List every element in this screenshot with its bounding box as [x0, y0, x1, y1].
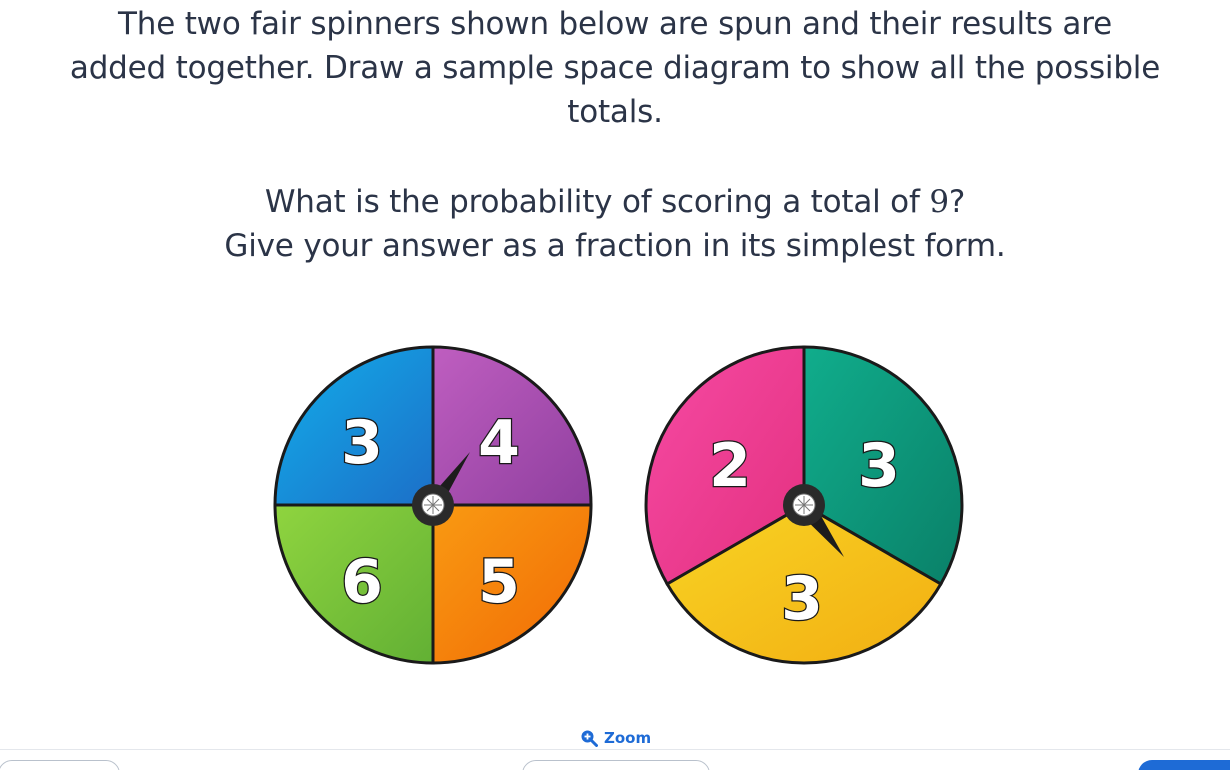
question-line-4: What is the probability of scoring a tot…: [0, 180, 1230, 224]
spinner2-label-2: 3: [858, 431, 900, 501]
zoom-in-icon: [581, 730, 598, 747]
spinner-three-sections: 2 3 3: [644, 345, 964, 665]
zoom-label: Zoom: [604, 729, 652, 747]
page: The two fair spinners shown below are sp…: [0, 0, 1230, 770]
question-line-2: added together. Draw a sample space diag…: [69, 50, 1161, 86]
question-line-5: Give your answer as a fraction in its si…: [224, 228, 1006, 264]
target-total: 9: [929, 184, 949, 220]
primary-action-button[interactable]: [1138, 760, 1230, 770]
spinner1-label-4: 6: [341, 547, 383, 617]
question-line-1: The two fair spinners shown below are sp…: [118, 6, 1112, 42]
question-text: The two fair spinners shown below are sp…: [0, 2, 1230, 268]
question-line-4-text: What is the probability of scoring a tot…: [264, 184, 930, 220]
spinners-image: 3 4 5 6 2 3 3: [0, 340, 1230, 670]
spinner1-label-3: 5: [478, 547, 520, 617]
question-mark: ?: [948, 184, 966, 220]
spinner1-label-2: 4: [478, 408, 520, 478]
spinner2-label-3: 3: [781, 564, 823, 634]
spinner-four-sections: 3 4 5 6: [273, 345, 593, 665]
left-action-button[interactable]: [0, 760, 120, 770]
zoom-button[interactable]: Zoom: [580, 729, 651, 747]
center-action-button[interactable]: [522, 760, 710, 770]
spinner1-label-1: 3: [341, 408, 383, 478]
question-line-3: totals.: [567, 94, 663, 130]
spinner2-label-1: 2: [709, 431, 751, 501]
